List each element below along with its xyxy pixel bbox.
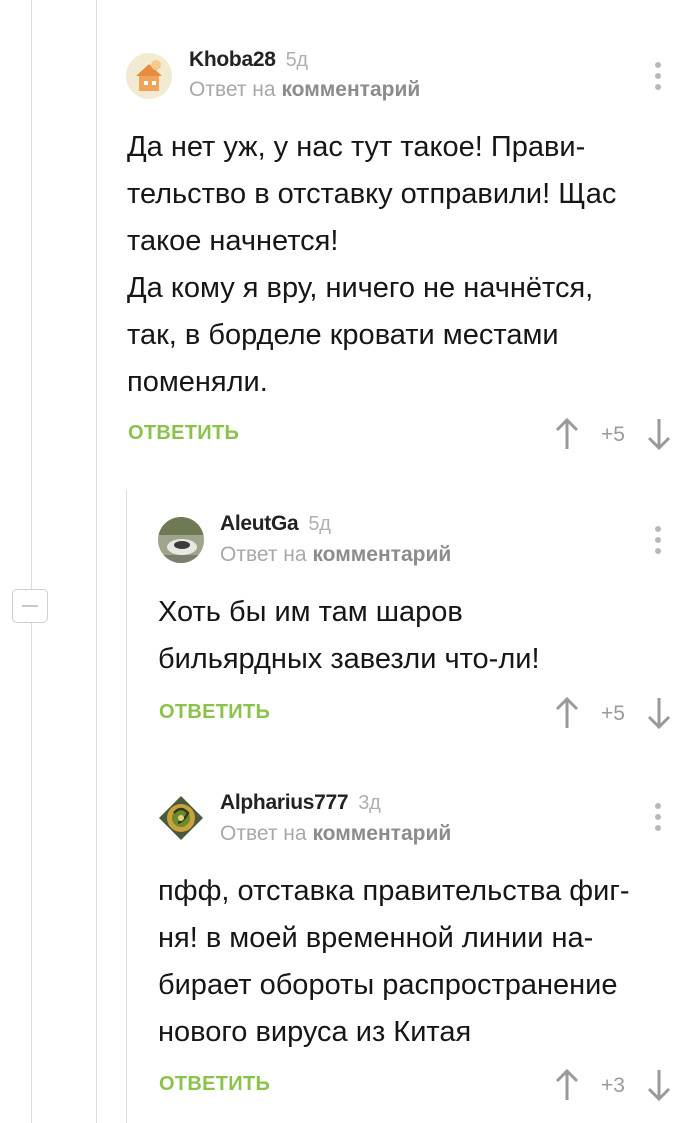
- author-name[interactable]: Khoba28 5д: [189, 48, 308, 72]
- arrow-up-icon[interactable]: [554, 417, 580, 451]
- collapse-thread-button[interactable]: [12, 589, 48, 623]
- comment-age: 5д: [308, 513, 331, 535]
- thread-line-root: [31, 0, 32, 1123]
- arrow-down-icon[interactable]: [646, 696, 672, 730]
- avatar[interactable]: [126, 53, 172, 99]
- author-name[interactable]: AleutGa 5д: [220, 512, 331, 536]
- kebab-menu-icon[interactable]: [654, 526, 662, 559]
- comment-rating: +3: [601, 1074, 625, 1097]
- author-name[interactable]: Alpharius777 3д: [220, 791, 381, 815]
- arrow-down-icon[interactable]: [646, 1068, 672, 1102]
- reply-to-link[interactable]: комментарий: [312, 822, 451, 845]
- comment-body: пфф, отставка правительства фиг- ня! в м…: [158, 875, 630, 1048]
- arrow-up-icon[interactable]: [554, 696, 580, 730]
- comment-age: 5д: [285, 49, 309, 71]
- thread-line-level1: [96, 0, 97, 1123]
- thread-line-level2: [126, 490, 127, 1123]
- reply-to-link[interactable]: комментарий: [312, 543, 451, 566]
- comment-rating: +5: [601, 702, 625, 725]
- comment-rating: +5: [601, 423, 625, 446]
- reply-button[interactable]: ОТВЕТИТЬ: [159, 1073, 270, 1096]
- arrow-down-icon[interactable]: [646, 417, 672, 451]
- kebab-menu-icon[interactable]: [654, 62, 662, 95]
- kebab-menu-icon[interactable]: [654, 803, 662, 836]
- reply-button[interactable]: ОТВЕТИТЬ: [128, 422, 239, 445]
- avatar[interactable]: [158, 517, 204, 563]
- arrow-up-icon[interactable]: [554, 1068, 580, 1102]
- reply-button[interactable]: ОТВЕТИТЬ: [159, 701, 270, 724]
- reply-to-label: Ответ на комментарий: [189, 78, 421, 101]
- comment-body: Хоть бы им там шаров бильярдных завезли …: [158, 596, 540, 675]
- reply-to-label: Ответ на комментарий: [220, 543, 452, 566]
- reply-to-link[interactable]: комментарий: [281, 78, 420, 101]
- comment-body: Да нет уж, у нас тут такое! Прави- тельс…: [127, 131, 617, 398]
- avatar[interactable]: [158, 795, 204, 841]
- reply-to-label: Ответ на комментарий: [220, 822, 452, 845]
- comment-age: 3д: [358, 792, 381, 814]
